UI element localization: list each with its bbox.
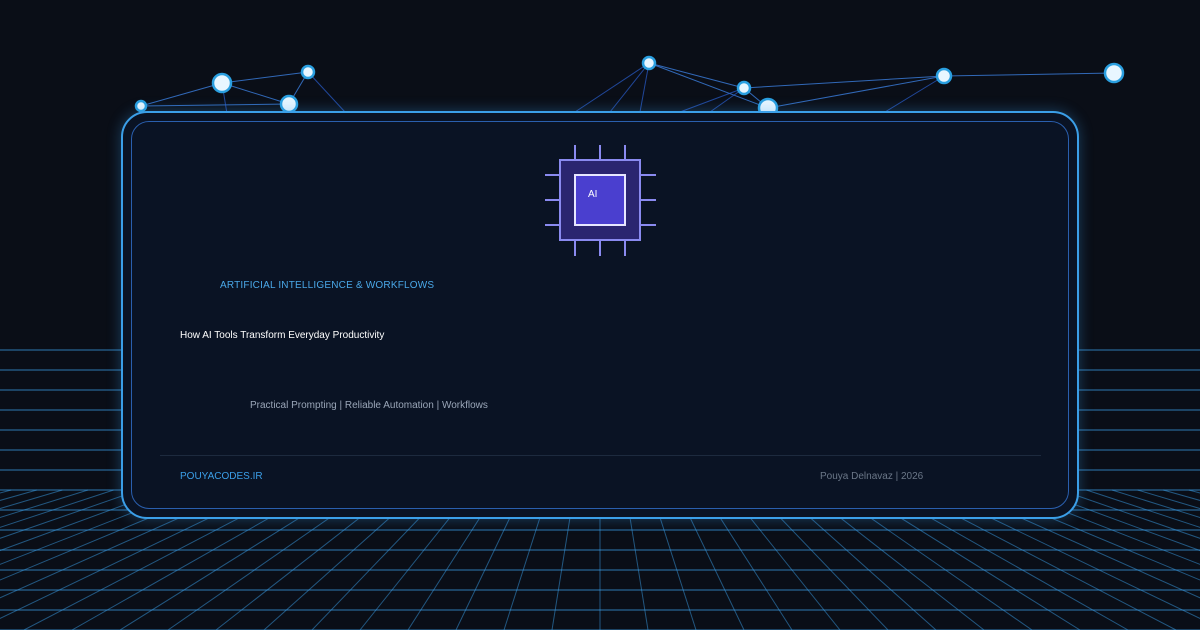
grid-line (1163, 489, 1200, 501)
network-node (935, 67, 953, 85)
network-node (211, 72, 233, 94)
og-image: AI ARTIFICIAL INTELLIGENCE & WORKFLOWS H… (0, 0, 1200, 630)
grid-line (1111, 489, 1200, 519)
network-link (639, 62, 650, 113)
author-byline: Pouya Delnavaz | 2026 (820, 471, 924, 482)
network-link (743, 75, 945, 89)
grid-line (0, 489, 89, 519)
network-node (134, 99, 148, 113)
network-link (140, 82, 223, 107)
cpu-chip-icon: AI (545, 145, 656, 256)
grid-line (0, 489, 114, 528)
grid-line (1086, 489, 1200, 528)
footer-divider (160, 455, 1041, 456)
grid-line (0, 489, 63, 510)
network-node (1103, 62, 1125, 84)
network-link (648, 62, 745, 89)
grid-line (0, 489, 37, 501)
network-link (221, 82, 290, 105)
network-link (307, 71, 346, 113)
network-link (221, 71, 309, 84)
chip-label: AI (588, 189, 597, 200)
network-node (736, 80, 752, 96)
network-node (300, 64, 316, 80)
site-link[interactable]: POUYACODES.IR (180, 471, 263, 482)
network-link (609, 62, 650, 113)
network-node (641, 55, 657, 71)
grid-line (0, 489, 12, 494)
page-title: How AI Tools Transform Everyday Producti… (180, 330, 385, 341)
network-link (574, 62, 650, 113)
network-link (679, 87, 745, 113)
network-link (140, 103, 290, 107)
subtitle: Practical Prompting | Reliable Automatio… (250, 400, 488, 411)
grid-line (1188, 489, 1200, 494)
grid-line (1137, 489, 1200, 510)
category-label: ARTIFICIAL INTELLIGENCE & WORKFLOWS (220, 280, 435, 291)
network-node (279, 94, 299, 114)
network-link (943, 72, 1115, 77)
